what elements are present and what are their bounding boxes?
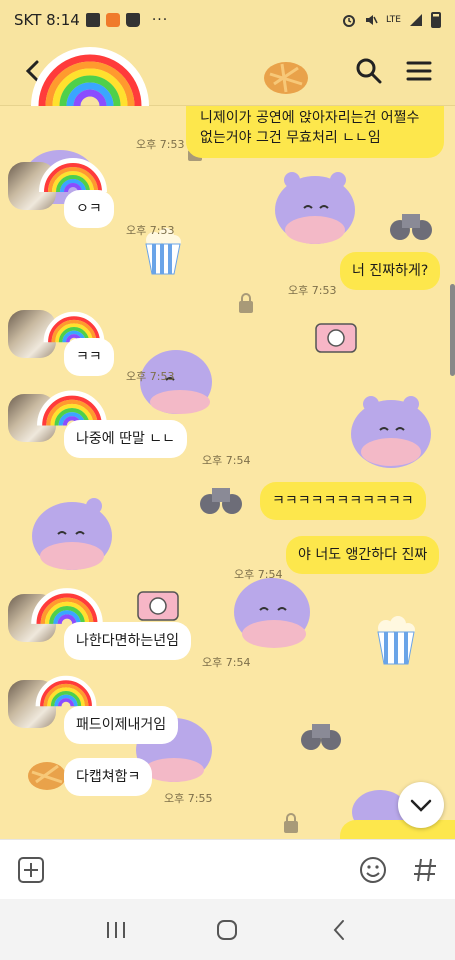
lock-icon	[284, 813, 298, 833]
chat-area[interactable]: 니제이가 공연에 앉아자리는건 어쩔수 없는거야 그건 무효처리 ㄴㄴ임 오후 …	[0, 106, 455, 839]
camera-sticker-icon	[137, 591, 179, 621]
hippo-sticker-icon	[275, 172, 355, 244]
camera-sticker-icon	[315, 323, 357, 353]
carrier-time: SKT 8:14	[14, 11, 80, 29]
popcorn-sticker-icon	[377, 616, 415, 665]
back-chevron-icon	[333, 919, 345, 940]
rainbow-avatar-icon	[39, 158, 107, 193]
incoming-message[interactable]: 다캡쳐함ㅋ	[64, 758, 153, 796]
message-input[interactable]	[62, 852, 342, 888]
outgoing-message[interactable]: 야 너도 앵간하다 진짜	[286, 536, 440, 574]
battery-icon	[431, 12, 441, 28]
rainbow-profile-icon	[31, 47, 149, 107]
shopping-bag-icon	[125, 13, 140, 27]
message-text: ㅋㅋㅋㅋㅋㅋㅋㅋㅋㅋㅋ	[272, 493, 414, 509]
message-time: 오후 7:55	[164, 792, 213, 805]
chevron-down-icon	[410, 799, 432, 812]
input-bar	[0, 839, 455, 899]
incoming-message[interactable]: ㅇㅋ	[64, 190, 114, 228]
hippo-sticker-icon	[351, 396, 431, 468]
scrollbar[interactable]	[450, 284, 455, 376]
bread-sticker-icon	[28, 762, 66, 790]
status-bar: SKT 8:14 ··· LTE	[0, 0, 455, 40]
hamburger-menu-icon[interactable]	[404, 56, 434, 86]
bread-sticker-icon	[264, 62, 308, 94]
gallery-icon	[85, 13, 100, 27]
message-text: 야 너도 앵간하다 진짜	[298, 547, 428, 563]
incoming-message[interactable]: 패드이제내거임	[64, 706, 179, 744]
message-time: 오후 7:54	[202, 656, 251, 669]
message-time: 오후 7:54	[202, 454, 251, 467]
message-text: 다캡쳐함ㅋ	[76, 769, 141, 785]
search-icon[interactable]	[354, 56, 384, 86]
incoming-message[interactable]: 나중에 딴말 ㄴㄴ	[64, 420, 188, 458]
rainbow-avatar-icon	[35, 675, 97, 707]
message-time: 오후 7:53	[126, 224, 175, 237]
hash-icon[interactable]	[410, 855, 440, 885]
incoming-message[interactable]: ㅋㅋ	[64, 338, 114, 376]
signal-icon	[410, 14, 422, 26]
message-time: 오후 7:53	[136, 138, 185, 151]
message-time: 오후 7:54	[234, 568, 283, 581]
outgoing-message[interactable]: 너 진짜하게?	[340, 252, 441, 290]
system-nav-bar	[0, 899, 455, 960]
outgoing-message[interactable]: 니제이가 공연에 앉아자리는건 어쩔수 없는거야 그건 무효처리 ㄴㄴ임	[186, 106, 444, 158]
chat-header	[0, 40, 455, 107]
binoculars-sticker-icon	[301, 724, 341, 750]
plus-square-icon[interactable]	[16, 855, 46, 885]
rainbow-avatar-icon	[31, 588, 103, 625]
network-label: LTE	[386, 15, 401, 25]
alarm-icon	[343, 15, 356, 27]
outgoing-message[interactable]: ㅋㅋㅋㅋㅋㅋㅋㅋㅋㅋㅋ	[260, 482, 426, 520]
back-button[interactable]	[319, 910, 359, 950]
hippo-sticker-icon	[234, 578, 310, 648]
more-notifications: ···	[151, 12, 169, 28]
binoculars-sticker-icon	[390, 214, 432, 240]
message-text: 나중에 딴말 ㄴㄴ	[76, 431, 176, 447]
recents-icon	[106, 921, 125, 938]
app-notification-icon	[105, 13, 120, 27]
emoji-icon[interactable]	[358, 855, 388, 885]
message-text: 나한다면하는년임	[76, 633, 180, 649]
message-time: 오후 7:53	[288, 284, 337, 297]
home-icon	[217, 919, 238, 940]
binoculars-sticker-icon	[200, 488, 242, 514]
scroll-to-bottom-button[interactable]	[398, 782, 444, 828]
incoming-message[interactable]: 나한다면하는년임	[64, 622, 192, 660]
message-text: 너 진짜하게?	[352, 263, 429, 279]
outgoing-message-partial[interactable]	[340, 820, 455, 839]
hippo-sticker-icon	[32, 498, 112, 570]
message-text: 패드이제내거임	[76, 717, 167, 733]
message-time: 오후 7:53	[126, 370, 175, 383]
mute-icon	[366, 15, 378, 25]
recents-button[interactable]	[96, 910, 136, 950]
message-text: 니제이가 공연에 앉아자리는건 어쩔수 없는거야 그건 무효처리 ㄴㄴ임	[200, 110, 420, 146]
message-text: ㅇㅋ	[76, 201, 102, 217]
home-button[interactable]	[207, 910, 247, 950]
lock-icon	[239, 293, 253, 313]
message-text: ㅋㅋ	[76, 349, 102, 365]
